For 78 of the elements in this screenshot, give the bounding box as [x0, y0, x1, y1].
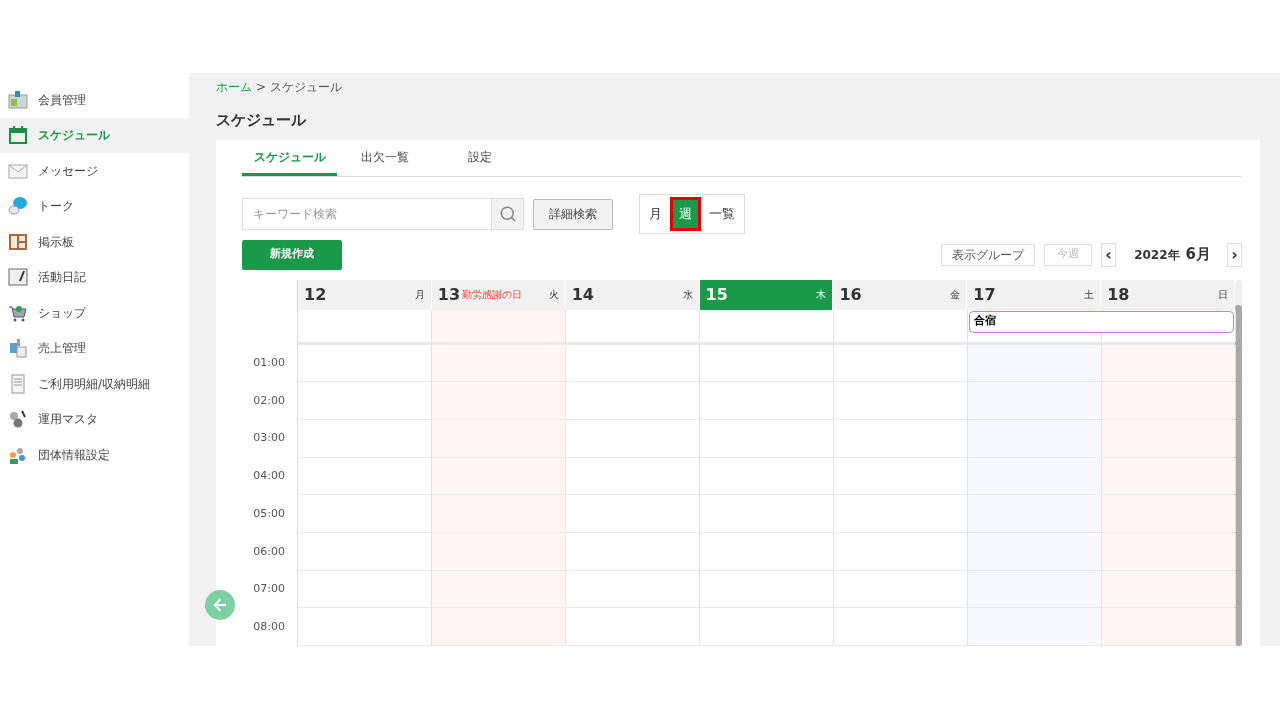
sidebar-item[interactable]: 団体情報設定 [0, 437, 189, 473]
menu-icon [8, 89, 28, 110]
time-label: 08:00 [253, 618, 285, 635]
time-slot[interactable] [432, 570, 566, 608]
time-label: 01:00 [253, 355, 285, 372]
menu-icon [8, 267, 28, 288]
breadcrumb-current: スケジュール [270, 79, 343, 96]
time-slot[interactable] [1102, 495, 1236, 532]
sidebar-item[interactable]: トーク [0, 188, 189, 224]
menu-icon [8, 231, 28, 252]
time-label: 03:00 [253, 430, 285, 447]
time-slot[interactable] [1102, 608, 1236, 645]
sidebar-item[interactable]: ご利用明細/収納明細 [0, 366, 189, 402]
next-button[interactable]: › [1227, 242, 1242, 267]
time-slot[interactable] [968, 570, 1102, 608]
time-slot[interactable] [432, 608, 566, 645]
menu-icon [8, 338, 28, 359]
sidebar-item[interactable]: 運用マスタ [0, 401, 189, 437]
time-slot[interactable] [432, 532, 566, 570]
search-button[interactable] [492, 198, 524, 230]
sidebar-item[interactable]: 売上管理 [0, 330, 189, 366]
time-slot[interactable] [1102, 457, 1236, 495]
time-slot[interactable] [968, 457, 1102, 495]
time-label: 05:00 [253, 505, 285, 522]
event[interactable] [1101, 310, 1234, 333]
menu-icon [8, 196, 28, 217]
menu-icon [8, 409, 28, 430]
time-slot[interactable] [432, 495, 566, 532]
tab[interactable]: 出欠一覧 [337, 140, 432, 176]
day-header: 12 月 [298, 279, 432, 310]
view-mode-button[interactable]: 週 [670, 197, 701, 231]
time-slot[interactable] [1102, 344, 1236, 382]
time-slot[interactable] [968, 419, 1102, 457]
event[interactable]: 合宿 [969, 310, 1102, 333]
sidebar-item[interactable]: 活動日記 [0, 259, 189, 295]
time-slot[interactable] [968, 344, 1102, 382]
sidebar-item[interactable]: 会員管理 [0, 82, 189, 118]
time-slot[interactable] [1102, 570, 1236, 608]
time-slot[interactable] [432, 457, 566, 495]
event-title: 合宿 [974, 313, 996, 330]
advanced-search-button[interactable]: 詳細検索 [533, 198, 613, 230]
time-label: 02:00 [253, 392, 285, 409]
previous-button[interactable]: ‹ [1101, 242, 1117, 267]
time-slot[interactable] [432, 382, 566, 419]
time-slot[interactable] [1102, 419, 1236, 457]
time-slot[interactable] [968, 382, 1102, 419]
time-slot[interactable] [432, 419, 566, 457]
time-slot[interactable] [432, 344, 566, 382]
menu-icon [8, 125, 28, 146]
holiday-label: 勤労感謝の日 [462, 288, 523, 302]
time-slot[interactable] [1102, 382, 1236, 419]
menu-icon [8, 373, 28, 394]
view-mode-button[interactable]: 月 [643, 197, 668, 231]
search-icon [498, 205, 517, 223]
new-button[interactable]: 新規作成 [242, 239, 342, 270]
day-header: 17 土 [967, 279, 1102, 310]
display-group-button[interactable]: 表示グループ [941, 243, 1036, 266]
time-label: 07:00 [253, 581, 285, 598]
sidebar-item[interactable]: 掲示板 [0, 224, 189, 260]
page-title: スケジュール [216, 109, 307, 131]
time-slot[interactable] [968, 495, 1102, 532]
tab[interactable]: スケジュール [242, 140, 337, 176]
time-slot[interactable] [1102, 532, 1236, 570]
day-header: 13 勤労感謝の日 火 [431, 279, 566, 310]
sidebar-item[interactable]: メッセージ [0, 153, 189, 189]
tab[interactable]: 設定 [432, 140, 527, 176]
sidebar-item[interactable]: ショップ [0, 295, 189, 331]
day-header: 14 水 [565, 279, 700, 310]
time-label: 06:00 [253, 543, 285, 560]
view-mode-button[interactable]: 一覧 [703, 197, 741, 231]
time-label: 04:00 [253, 468, 285, 485]
time-slot[interactable] [968, 532, 1102, 570]
time-slot[interactable] [968, 608, 1102, 645]
month-label: 6月 [1185, 244, 1211, 266]
breadcrumb-separator: > [256, 79, 267, 96]
year-label: 2022年 [1134, 246, 1180, 264]
day-header: 15 木 [699, 279, 834, 310]
day-header: 16 金 [833, 279, 968, 310]
